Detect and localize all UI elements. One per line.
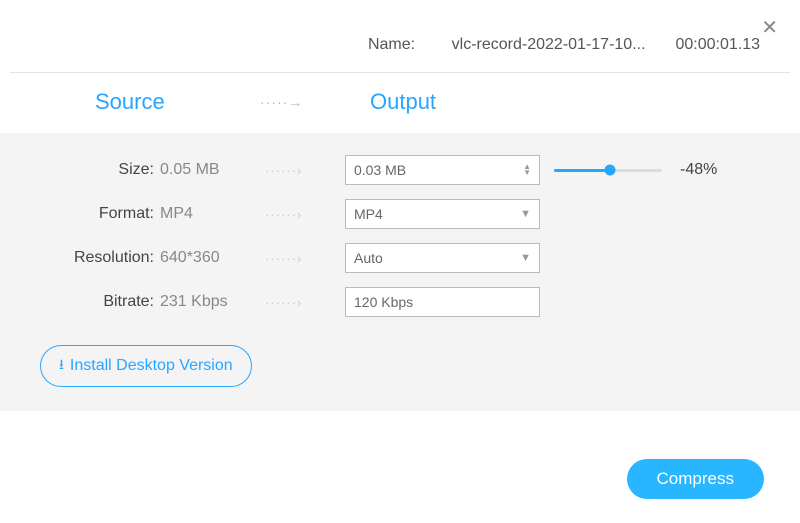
bitrate-input[interactable]: 120 Kbps	[345, 287, 540, 317]
header-source: Source	[95, 89, 260, 115]
name-label: Name:	[368, 36, 415, 53]
settings-panel: Size: 0.05 MB ······› 0.03 MB ▲▼ -48% Fo…	[0, 133, 800, 411]
install-button-label: Install Desktop Version	[70, 357, 233, 375]
bitrate-output-value: 120 Kbps	[354, 294, 413, 310]
format-source-value: MP4	[160, 205, 265, 223]
arrow-icon: ······›	[265, 251, 345, 266]
header-output: Output	[370, 89, 436, 115]
footer: Compress	[0, 459, 800, 499]
slider-fill	[554, 169, 610, 172]
resolution-label: Resolution:	[30, 249, 160, 267]
size-output-stepper[interactable]: 0.03 MB ▲▼	[345, 155, 540, 185]
close-icon[interactable]: ✕	[761, 18, 778, 38]
size-source-value: 0.05 MB	[160, 161, 265, 179]
chevron-down-icon: ▼	[520, 208, 531, 220]
column-headers: Source ·····→ Output	[0, 73, 800, 133]
size-output-value: 0.03 MB	[354, 162, 406, 178]
duration-value: 00:00:01.13	[670, 36, 760, 54]
bitrate-label: Bitrate:	[30, 293, 160, 311]
arrow-icon: ······›	[265, 207, 345, 222]
size-row: Size: 0.05 MB ······› 0.03 MB ▲▼ -48%	[30, 155, 770, 185]
download-icon: ⭳	[59, 354, 64, 378]
arrow-icon: ······›	[265, 163, 345, 178]
slider-thumb[interactable]	[605, 165, 616, 176]
compress-dialog: ✕ Name: vlc-record-2022-01-17-10... 00:0…	[0, 0, 800, 523]
bitrate-source-value: 231 Kbps	[160, 293, 265, 311]
resolution-select[interactable]: Auto ▼	[345, 243, 540, 273]
compress-button[interactable]: Compress	[627, 459, 764, 499]
name-row: Name: vlc-record-2022-01-17-10... 00:00:…	[0, 0, 800, 72]
compression-percent: -48%	[680, 161, 717, 179]
stepper-icon: ▲▼	[523, 164, 531, 176]
size-slider-wrap: -48%	[554, 161, 717, 179]
resolution-row: Resolution: 640*360 ······› Auto ▼	[30, 243, 770, 273]
format-select[interactable]: MP4 ▼	[345, 199, 540, 229]
format-output-value: MP4	[354, 206, 383, 222]
name-value: vlc-record-2022-01-17-10...	[426, 36, 646, 54]
chevron-down-icon: ▼	[520, 252, 531, 264]
format-row: Format: MP4 ······› MP4 ▼	[30, 199, 770, 229]
arrow-icon: ······›	[265, 295, 345, 310]
resolution-output-value: Auto	[354, 250, 383, 266]
size-label: Size:	[30, 161, 160, 179]
resolution-source-value: 640*360	[160, 249, 265, 267]
arrow-icon: ·····→	[260, 94, 370, 110]
format-label: Format:	[30, 205, 160, 223]
bitrate-row: Bitrate: 231 Kbps ······› 120 Kbps	[30, 287, 770, 317]
install-desktop-button[interactable]: ⭳ Install Desktop Version	[40, 345, 252, 387]
size-slider[interactable]	[554, 169, 662, 172]
